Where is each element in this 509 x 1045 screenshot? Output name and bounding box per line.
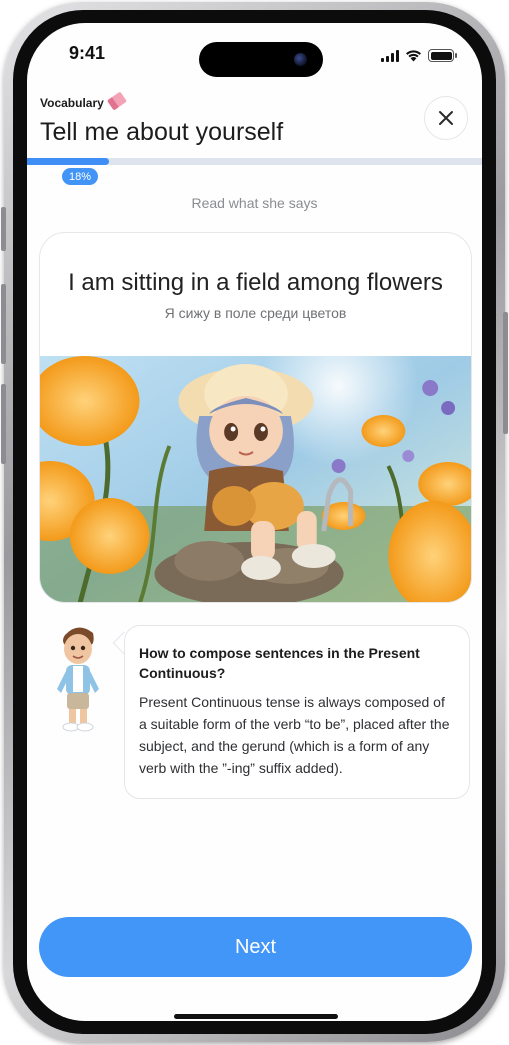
bezel: 9:41 Vocabulary Tell me about yourself 1… bbox=[13, 10, 496, 1034]
camera-icon bbox=[294, 53, 307, 66]
signal-icon bbox=[381, 49, 399, 62]
status-icons bbox=[381, 49, 457, 62]
home-indicator[interactable] bbox=[174, 1014, 338, 1019]
tip-title: How to compose sentences in the Present … bbox=[139, 645, 420, 681]
dynamic-island bbox=[199, 42, 323, 77]
sentence-card: I am sitting in a field among flowers Я … bbox=[39, 232, 472, 603]
close-icon bbox=[439, 111, 453, 125]
status-time: 9:41 bbox=[69, 43, 106, 63]
section-label-text: Vocabulary bbox=[40, 96, 104, 110]
screen: 9:41 Vocabulary Tell me about yourself 1… bbox=[27, 23, 482, 1021]
tip-bubble: How to compose sentences in the Present … bbox=[124, 625, 470, 799]
sentence-text: I am sitting in a field among flowers bbox=[68, 268, 443, 296]
progress-bar bbox=[27, 158, 482, 165]
progress-fill bbox=[27, 158, 109, 165]
tutor-avatar bbox=[57, 627, 99, 732]
power-button bbox=[503, 312, 508, 434]
next-button[interactable]: Next bbox=[39, 917, 472, 977]
battery-icon bbox=[428, 49, 457, 62]
volume-up-button bbox=[1, 284, 6, 364]
wifi-icon bbox=[406, 50, 421, 62]
translation-text: Я сижу в поле среди цветов bbox=[164, 304, 347, 321]
mute-switch bbox=[1, 207, 6, 251]
sentence-block: I am sitting in a field among flowers Я … bbox=[40, 233, 471, 356]
section-label: Vocabulary bbox=[40, 91, 127, 111]
illustration-image bbox=[40, 356, 471, 602]
close-button[interactable] bbox=[424, 96, 468, 140]
eraser-icon bbox=[106, 91, 127, 111]
instruction-text: Read what she says bbox=[191, 195, 318, 211]
volume-down-button bbox=[1, 384, 6, 464]
progress-badge: 18% bbox=[62, 168, 98, 185]
page-title: Tell me about yourself bbox=[40, 118, 284, 146]
phone-frame: 9:41 Vocabulary Tell me about yourself 1… bbox=[1, 2, 508, 1042]
tip-body: Present Continuous tense is always compo… bbox=[139, 694, 450, 776]
